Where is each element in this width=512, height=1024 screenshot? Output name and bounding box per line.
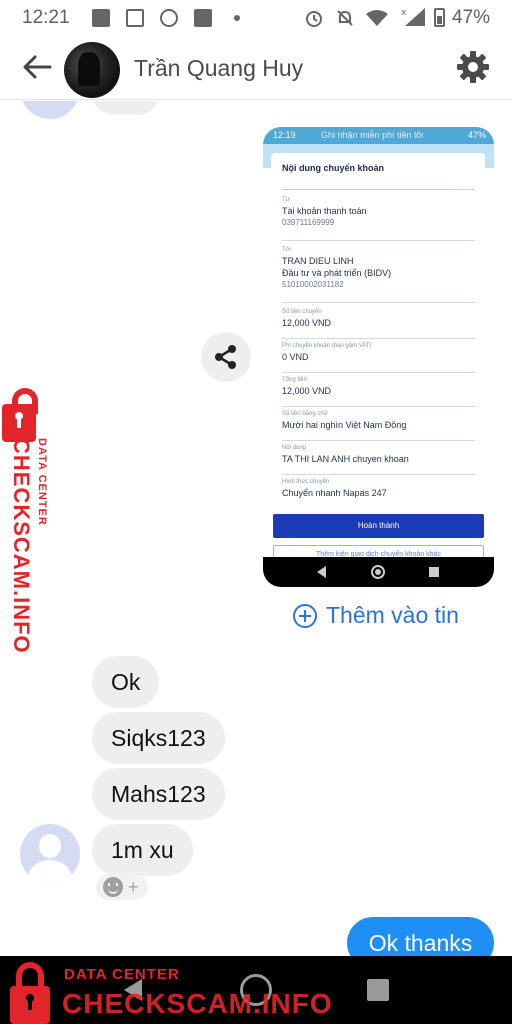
watermark-side-text: CHECKSCAM.INFO xyxy=(9,438,34,654)
smile-icon xyxy=(103,877,123,897)
add-reaction-icon: + xyxy=(128,877,139,897)
screenshot-done-button: Hoàn thành xyxy=(273,514,484,538)
back-icon xyxy=(317,566,326,578)
field-value: 039711169999 xyxy=(282,218,335,227)
status-time: 12:21 xyxy=(22,7,70,28)
screenshot-status-bar: 12:19 Ghi nhận miễn phí tiền lôi 47% xyxy=(263,127,494,144)
field-label: Số tiền chuyển xyxy=(282,309,322,315)
field-label: Số tiền bằng chữ xyxy=(282,411,328,417)
watermark-bottom-text: CHECKSCAM.INFO xyxy=(62,988,333,1019)
watermark-bottom: DATA CENTER CHECKSCAM.INFO xyxy=(0,956,512,1024)
sender-avatar[interactable] xyxy=(20,824,80,884)
field-from: Từ Tài khoản thanh toán 039711169999 xyxy=(282,197,475,241)
message-bubble-incoming[interactable]: Mahs123 xyxy=(92,768,225,820)
messenger-chat-screen: 12:21 x 47% Trần Quang Huy 12:19 Ghi nhậ… xyxy=(0,0,512,1024)
share-button[interactable] xyxy=(201,332,251,382)
field-label: Hình thức chuyển xyxy=(282,479,330,485)
watermark-side-subtext: DATA CENTER xyxy=(36,438,48,526)
message-bubble-incoming[interactable]: 1m xu xyxy=(92,824,193,876)
svg-text:x: x xyxy=(401,8,407,18)
keyhole-icon xyxy=(26,994,34,1010)
field-value: 12,000 VND xyxy=(282,318,332,328)
wifi-icon xyxy=(366,10,388,26)
keyhole-icon xyxy=(15,412,23,428)
field-fee: Phí chuyển khoản (bao gồm VAT) 0 VND xyxy=(282,343,475,373)
field-value: Đầu tư và phát triển (BIDV) xyxy=(282,268,392,278)
image-notification-icon xyxy=(92,9,110,27)
field-method: Hình thức chuyển Chuyển nhanh Napas 247 xyxy=(282,479,475,509)
lock-icon xyxy=(10,986,50,1024)
message-list[interactable]: 12:19 Ghi nhận miễn phí tiền lôi 47% Nội… xyxy=(0,101,512,956)
contact-name[interactable]: Trần Quang Huy xyxy=(134,55,303,82)
message-bubble-outgoing[interactable]: Ok thanks xyxy=(347,917,494,956)
field-label: Phí chuyển khoản (bao gồm VAT) xyxy=(282,343,372,349)
field-amount-in-words: Số tiền bằng chữ Mười hai nghìn Việt Nam… xyxy=(282,411,475,441)
field-value: 12,000 VND xyxy=(282,386,332,396)
share-icon xyxy=(215,345,236,369)
field-value: Mười hai nghìn Việt Nam Đồng xyxy=(282,420,407,430)
field-value: Tài khoản thanh toán xyxy=(282,206,367,216)
home-icon xyxy=(371,565,385,579)
field-value: TA THI LAN ANH chuyen khoan xyxy=(282,454,409,464)
watermark-bottom-subtext: DATA CENTER xyxy=(64,966,180,983)
field-value: 51010002031182 xyxy=(282,280,344,289)
default-avatar-head xyxy=(39,834,61,858)
battery-percent: 47% xyxy=(452,7,491,28)
reaction-picker[interactable]: + xyxy=(96,874,148,900)
screenshot-nav-bar xyxy=(263,557,494,587)
shared-screenshot-image[interactable]: 12:19 Ghi nhận miễn phí tiền lôi 47% Nội… xyxy=(263,127,494,587)
screenshot-notification: Ghi nhận miễn phí tiền lôi xyxy=(321,130,424,140)
field-amount: Số tiền chuyển 12,000 VND xyxy=(282,309,475,339)
field-value: Chuyển nhanh Napas 247 xyxy=(282,488,387,498)
news-notification-icon xyxy=(126,9,144,27)
plus-circle-icon xyxy=(293,604,317,628)
transfer-details-title: Nội dung chuyển khoản xyxy=(282,163,385,173)
back-arrow-icon[interactable] xyxy=(20,50,54,84)
field-total: Tổng tiền 12,000 VND xyxy=(282,377,475,407)
previous-message-bubble[interactable] xyxy=(92,101,160,115)
mute-icon xyxy=(337,10,353,26)
add-to-story-label: Thêm vào tin xyxy=(326,602,459,628)
lock-icon xyxy=(2,404,36,442)
app-notification-icon xyxy=(194,9,212,27)
gear-icon[interactable] xyxy=(455,49,491,85)
message-bubble-incoming[interactable]: Siqks123 xyxy=(92,712,225,764)
field-value: TRAN DIEU LINH xyxy=(282,256,354,266)
more-notifications-dot xyxy=(234,15,240,21)
conversation-header: Trần Quang Huy xyxy=(0,36,512,100)
contact-avatar[interactable] xyxy=(64,42,120,98)
status-bar: 12:21 x 47% xyxy=(0,0,512,36)
default-avatar-body xyxy=(28,860,72,884)
screenshot-battery: 47% xyxy=(467,130,486,140)
battery-icon xyxy=(434,8,445,27)
field-label: Tổng tiền xyxy=(282,377,308,383)
recents-icon xyxy=(429,567,439,577)
previous-sender-avatar xyxy=(20,101,80,119)
system-nav-bar: DATA CENTER CHECKSCAM.INFO xyxy=(0,956,512,1024)
messenger-notification-icon xyxy=(160,9,178,27)
field-to: Tới TRAN DIEU LINH Đầu tư và phát triển … xyxy=(282,247,475,303)
watermark-side: CHECKSCAM.INFO DATA CENTER xyxy=(2,388,54,654)
field-label: Nội dung xyxy=(282,445,307,451)
screenshot-time: 12:19 xyxy=(273,130,296,140)
divider xyxy=(282,189,475,190)
field-value: 0 VND xyxy=(282,352,309,362)
field-label: Tới xyxy=(282,247,291,253)
alarm-icon xyxy=(306,11,322,27)
message-bubble-incoming[interactable]: Ok xyxy=(92,656,160,708)
transfer-details-card: Nội dung chuyển khoản Từ Tài khoản thanh… xyxy=(271,153,485,527)
field-content: Nội dung TA THI LAN ANH chuyen khoan xyxy=(282,445,475,475)
signal-icon: x xyxy=(401,8,425,26)
field-label: Từ xyxy=(282,197,290,203)
